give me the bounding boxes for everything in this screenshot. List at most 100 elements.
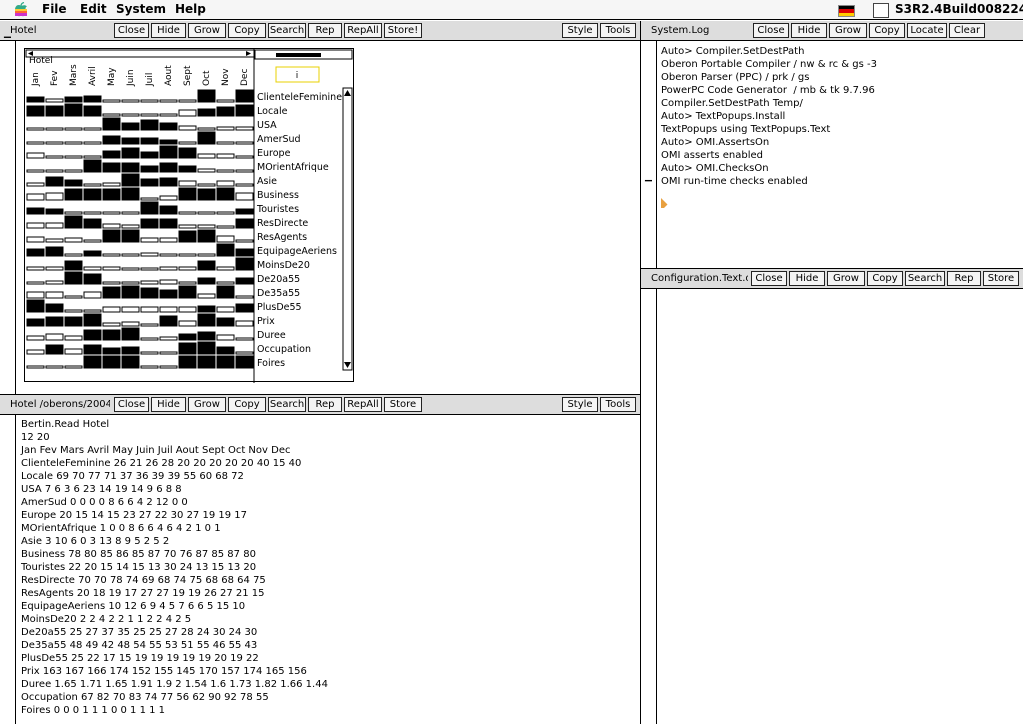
matrix-cell[interactable]: [45, 208, 64, 215]
text-line[interactable]: De20a55 25 27 37 35 25 25 27 28 24 30 24…: [21, 626, 257, 639]
text-line[interactable]: Europe 20 15 14 15 23 27 22 30 27 19 19 …: [21, 509, 247, 522]
matrix-cell[interactable]: [140, 99, 159, 103]
matrix-cell[interactable]: [235, 169, 254, 173]
matrix-cell[interactable]: [83, 344, 102, 355]
matrix-cell[interactable]: [235, 355, 254, 369]
matrix-cell[interactable]: [216, 211, 235, 215]
matrix-cell[interactable]: [45, 155, 64, 159]
matrix-cell[interactable]: [235, 155, 254, 159]
matrix-cell[interactable]: [159, 205, 178, 215]
text-line[interactable]: PlusDe55 25 22 17 15 19 19 19 19 19 20 1…: [21, 652, 259, 665]
matrix-cell[interactable]: [140, 267, 159, 271]
matrix-cell[interactable]: [102, 286, 121, 299]
matrix-cell[interactable]: [159, 145, 178, 159]
search-button[interactable]: Search: [905, 271, 945, 286]
menu-system[interactable]: System: [116, 2, 166, 16]
matrix-cell[interactable]: [26, 299, 45, 313]
matrix-cell[interactable]: [64, 348, 83, 355]
repall-button[interactable]: RepAll: [344, 23, 382, 38]
tools-button[interactable]: Tools: [600, 397, 636, 412]
matrix-cell[interactable]: [159, 351, 178, 355]
matrix-cell[interactable]: [45, 266, 64, 271]
matrix-cell[interactable]: [64, 237, 83, 243]
matrix-cell[interactable]: [216, 334, 235, 341]
matrix-cell[interactable]: [45, 238, 64, 243]
matrix-cell[interactable]: [64, 309, 83, 313]
rep-button[interactable]: Rep: [308, 397, 342, 412]
style-button[interactable]: Style: [562, 397, 598, 412]
copy-button[interactable]: Copy: [867, 271, 903, 286]
matrix-cell[interactable]: [45, 303, 64, 313]
matrix-cell[interactable]: [197, 331, 216, 341]
matrix-cell[interactable]: [83, 218, 102, 229]
matrix-cell[interactable]: [197, 313, 216, 327]
matrix-cell[interactable]: [45, 192, 64, 201]
hide-button[interactable]: Hide: [789, 271, 825, 286]
matrix-cell[interactable]: [45, 176, 64, 187]
matrix-cell[interactable]: [216, 153, 235, 159]
track-divider[interactable]: [640, 21, 641, 724]
matrix-cell[interactable]: [83, 291, 102, 299]
row-label[interactable]: Occupation: [257, 344, 311, 355]
matrix-cell[interactable]: [178, 147, 197, 159]
matrix-cell[interactable]: [45, 246, 64, 257]
row-label[interactable]: MoinsDe20: [257, 260, 310, 271]
text-line[interactable]: AmerSud 0 0 0 0 8 6 6 4 2 12 0 0: [21, 496, 188, 509]
matrix-cell[interactable]: [45, 316, 64, 327]
copy-button[interactable]: Copy: [228, 23, 266, 38]
matrix-cell[interactable]: [83, 105, 102, 117]
matrix-cell[interactable]: [178, 253, 197, 257]
matrix-cell[interactable]: [216, 99, 235, 103]
matrix-cell[interactable]: [197, 253, 216, 257]
row-label[interactable]: Prix: [257, 316, 275, 327]
matrix-cell[interactable]: [178, 230, 197, 243]
close-button[interactable]: Close: [753, 23, 789, 38]
hotel-titlebar[interactable]: Hotel Close Hide Grow Copy Search Rep Re…: [0, 21, 640, 41]
text-line[interactable]: TextPopups using TextPopups.Text: [661, 123, 830, 136]
matrix-cell[interactable]: [159, 253, 178, 257]
matrix-cell[interactable]: [102, 150, 121, 159]
matrix-cell[interactable]: [102, 162, 121, 173]
matrix-cell[interactable]: [216, 317, 235, 327]
locate-button[interactable]: Locate: [907, 23, 947, 38]
text-line[interactable]: Business 78 80 85 86 85 87 70 76 87 85 8…: [21, 548, 256, 561]
matrix-cell[interactable]: [216, 346, 235, 355]
matrix-cell[interactable]: [45, 333, 64, 341]
matrix-cell[interactable]: [83, 141, 102, 145]
matrix-cell[interactable]: [140, 151, 159, 159]
row-label[interactable]: PlusDe55: [257, 302, 302, 313]
matrix-cell[interactable]: [26, 105, 45, 117]
text-line[interactable]: PowerPC Code Generator / mb & tk 9.7.96: [661, 84, 875, 97]
matrix-cell[interactable]: [140, 280, 159, 285]
matrix-cell[interactable]: [121, 327, 140, 341]
matrix-cell[interactable]: [178, 99, 197, 103]
matrix-cell[interactable]: [178, 333, 197, 341]
matrix-cell[interactable]: [216, 141, 235, 145]
matrix-cell[interactable]: [121, 355, 140, 369]
menu-file[interactable]: File: [42, 2, 67, 16]
matrix-cell[interactable]: [140, 137, 159, 145]
matrix-cell[interactable]: [178, 281, 197, 285]
matrix-cell[interactable]: [102, 211, 121, 215]
text-line[interactable]: ResAgents 20 18 19 17 27 27 19 19 26 27 …: [21, 587, 265, 600]
matrix-cell[interactable]: [197, 341, 216, 355]
matrix-cell[interactable]: [178, 187, 197, 201]
row-label[interactable]: Duree: [257, 330, 286, 341]
matrix-cell[interactable]: [140, 287, 159, 299]
matrix-cell[interactable]: [159, 336, 178, 341]
matrix-cell[interactable]: [26, 182, 45, 187]
matrix-cell[interactable]: [102, 223, 121, 229]
matrix-cell[interactable]: [178, 211, 197, 215]
matrix-cell[interactable]: [83, 239, 102, 243]
matrix-cell[interactable]: [140, 237, 159, 243]
store-button[interactable]: Store: [983, 271, 1019, 286]
row-label[interactable]: MOrientAfrique: [257, 162, 329, 173]
grow-button[interactable]: Grow: [827, 271, 865, 286]
matrix-cell[interactable]: [235, 208, 254, 215]
matrix-cell[interactable]: [102, 229, 121, 243]
row-label[interactable]: ResAgents: [257, 232, 307, 243]
matrix-cell[interactable]: [140, 178, 159, 187]
rep-button[interactable]: Rep: [947, 271, 981, 286]
matrix-cell[interactable]: [121, 147, 140, 159]
row-label[interactable]: Locale: [257, 106, 288, 117]
